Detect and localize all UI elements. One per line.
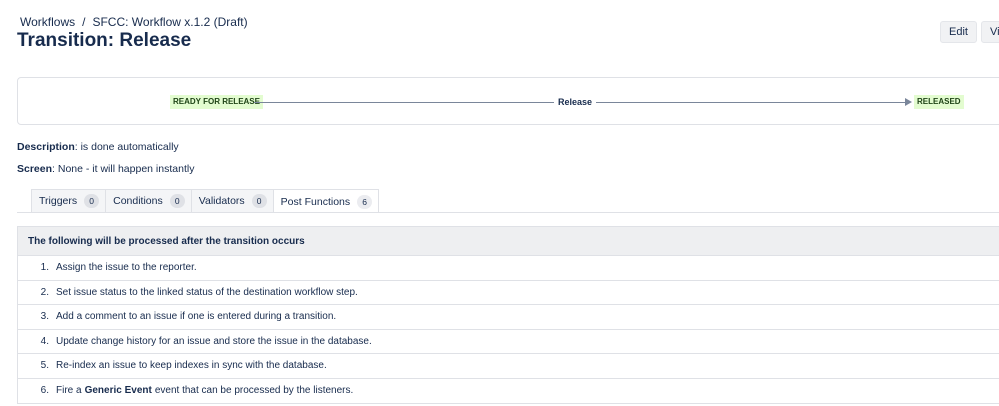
description-label: Description: [17, 141, 75, 153]
transition-label: Release: [558, 97, 593, 107]
tab-count-badge: 6: [357, 194, 373, 209]
tab-label: Validators: [198, 195, 245, 207]
item-number: 6.: [40, 385, 49, 397]
tab-label: Post Functions: [280, 195, 351, 208]
event-name: Generic Event: [84, 385, 152, 397]
transition-line-left: [254, 102, 554, 103]
from-status-lozenge: READY FOR RELEASE: [170, 95, 263, 109]
item-number: 1.: [40, 262, 49, 274]
list-item: 3. Add a comment to an issue if one is e…: [18, 305, 999, 330]
page-title: Transition: Release: [17, 30, 192, 51]
item-number: 5.: [40, 360, 49, 372]
item-number: 2.: [40, 286, 49, 298]
post-functions-table: The following will be processed after th…: [17, 226, 999, 404]
list-item: 4. Update change history for an issue an…: [18, 330, 999, 354]
breadcrumb-separator: /: [82, 15, 86, 29]
post-functions-header: The following will be processed after th…: [18, 227, 999, 256]
list-item: 5. Re-index an issue to keep indexes in …: [18, 354, 999, 379]
transition-description: Description: is done automatically: [17, 141, 179, 153]
item-text: Set issue status to the linked status of…: [56, 286, 358, 298]
edit-button[interactable]: Edit: [940, 21, 977, 43]
tab-count-badge: 0: [251, 194, 267, 208]
screen-value: : None - it will happen instantly: [52, 163, 195, 175]
tab-validators[interactable]: Validators 0: [190, 189, 274, 212]
description-value: : is done automatically: [74, 141, 179, 153]
tab-conditions[interactable]: Conditions 0: [105, 189, 192, 212]
item-text-prefix: Fire a: [56, 385, 82, 397]
view-button[interactable]: View: [980, 21, 999, 43]
to-status-lozenge: RELEASED: [914, 95, 964, 109]
header-actions: Edit View: [940, 21, 999, 43]
screen-label: Screen: [17, 163, 53, 175]
breadcrumb: Workflows / SFCC: Workflow x.1.2 (Draft): [20, 15, 248, 29]
transition-diagram: READY FOR RELEASE Release RELEASED: [17, 77, 999, 125]
item-text: Update change history for an issue and s…: [56, 335, 372, 347]
item-text: Add a comment to an issue if one is ente…: [56, 311, 337, 323]
tab-label: Conditions: [113, 195, 163, 207]
item-text-suffix: event that can be processed by the liste…: [154, 385, 354, 397]
transition-screen: Screen: None - it will happen instantly: [17, 163, 194, 175]
tabs-divider: [17, 212, 999, 213]
item-number: 4.: [40, 335, 49, 347]
arrow-right-icon: [905, 98, 912, 106]
transition-tabs: Triggers 0 Conditions 0 Validators 0 Pos…: [31, 189, 380, 213]
breadcrumb-workflows-link[interactable]: Workflows: [20, 15, 75, 29]
tab-count-badge: 0: [169, 194, 185, 208]
list-item: 2. Set issue status to the linked status…: [18, 281, 999, 305]
item-text: Re-index an issue to keep indexes in syn…: [56, 360, 327, 372]
list-item: 6. Fire a Generic Event event that can b…: [18, 379, 999, 404]
breadcrumb-workflow-link[interactable]: SFCC: Workflow x.1.2 (Draft): [92, 15, 247, 29]
tab-post-functions[interactable]: Post Functions 6: [272, 189, 380, 213]
item-number: 3.: [40, 311, 49, 323]
item-text: Assign the issue to the reporter.: [56, 262, 197, 274]
tab-label: Triggers: [39, 195, 78, 207]
tab-count-badge: 0: [84, 194, 100, 208]
transition-line-right: [596, 102, 908, 103]
list-item: 1. Assign the issue to the reporter.: [18, 256, 999, 281]
tab-triggers[interactable]: Triggers 0: [31, 189, 107, 212]
